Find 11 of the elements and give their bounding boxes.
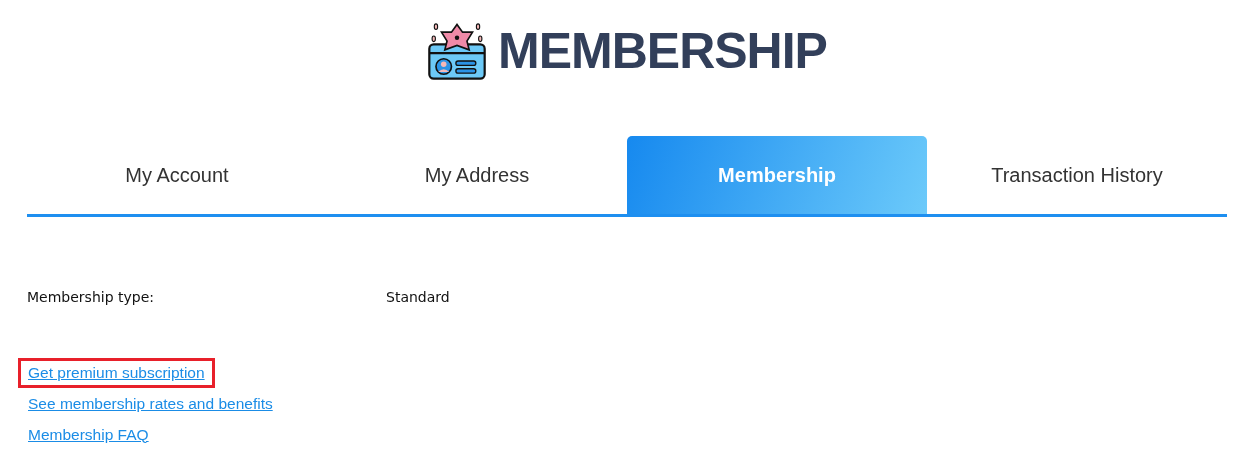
tab[interactable]: Membership bbox=[627, 136, 927, 214]
field-label: Membership type: bbox=[27, 289, 155, 305]
field-value: Standard bbox=[386, 289, 450, 305]
link[interactable]: Membership FAQ bbox=[18, 419, 159, 450]
link[interactable]: Get premium subscription bbox=[18, 357, 215, 388]
tab[interactable]: My Account bbox=[27, 136, 327, 214]
membership-card-icon bbox=[426, 20, 489, 82]
page-title: MEMBERSHIP bbox=[498, 22, 827, 80]
link[interactable]: See membership rates and benefits bbox=[18, 388, 283, 419]
tab[interactable]: Transaction History bbox=[927, 136, 1227, 214]
tab[interactable]: My Address bbox=[327, 136, 627, 214]
